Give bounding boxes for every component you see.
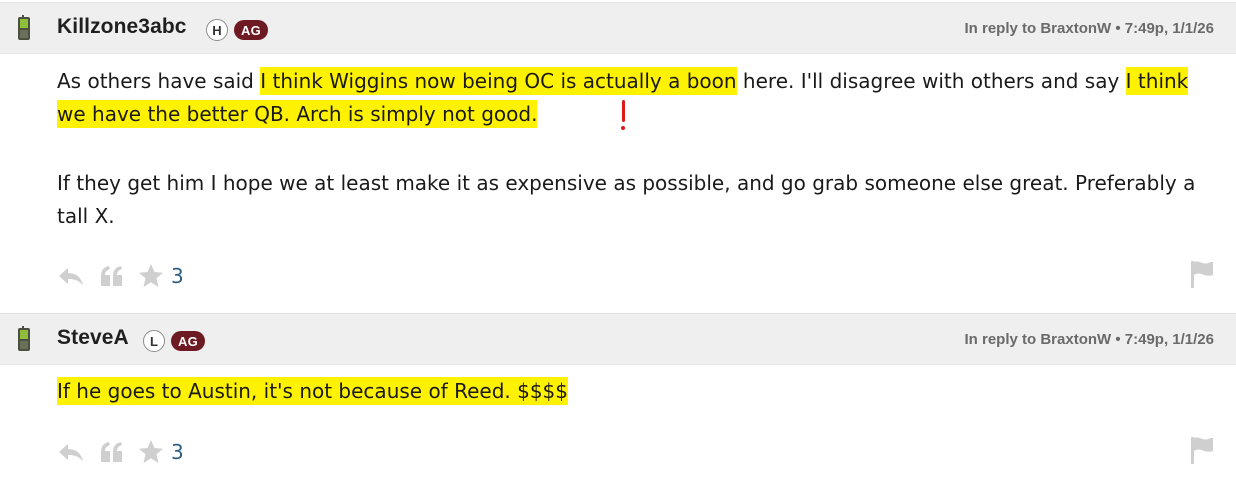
paragraph: As others have said I think Wiggins now … <box>57 65 1217 131</box>
reply-meta[interactable]: In reply to BraxtonW • 7:49p, 1/1/26 <box>965 20 1215 37</box>
reply-icon <box>59 268 83 285</box>
star-count[interactable]: 3 <box>171 264 184 288</box>
reply-button[interactable] <box>57 261 85 291</box>
post-1: Killzone3abc H AG In reply to BraxtonW •… <box>0 0 1236 312</box>
device-icon <box>18 15 30 40</box>
paragraph: If he goes to Austin, it's not because o… <box>57 375 1217 408</box>
reply-meta[interactable]: In reply to BraxtonW • 7:49p, 1/1/26 <box>965 331 1215 348</box>
post-header: Killzone3abc H AG In reply to BraxtonW •… <box>0 2 1236 54</box>
body-text: As others have said <box>57 69 261 93</box>
username[interactable]: SteveA <box>57 326 129 350</box>
username[interactable]: Killzone3abc <box>57 15 187 39</box>
user-badge-letter: H <box>206 19 228 41</box>
reply-button[interactable] <box>57 437 85 467</box>
user-badge-group: AG <box>234 20 268 40</box>
device-icon <box>18 326 30 351</box>
flag-icon[interactable] <box>1190 260 1214 288</box>
quote-button[interactable] <box>97 261 127 291</box>
paragraph: If they get him I hope we at least make … <box>57 171 1196 228</box>
flag-icon[interactable] <box>1190 436 1214 464</box>
star-icon <box>139 264 163 287</box>
star-count[interactable]: 3 <box>171 440 184 464</box>
star-button[interactable] <box>137 261 165 291</box>
star-button[interactable] <box>137 437 165 467</box>
action-bar: 3 <box>57 261 184 291</box>
post-body: As others have said I think Wiggins now … <box>57 65 1217 233</box>
quote-icon <box>101 442 122 462</box>
post-body: If he goes to Austin, it's not because o… <box>57 375 1217 408</box>
annotation-dot <box>621 126 625 130</box>
quote-button[interactable] <box>97 437 127 467</box>
user-badge-group: AG <box>171 331 205 351</box>
quote-icon <box>101 266 122 286</box>
highlighted-text: If he goes to Austin, it's not because o… <box>57 377 568 405</box>
highlighted-text: I think Wiggins now being OC is actually… <box>260 67 737 95</box>
action-bar: 3 <box>57 437 184 467</box>
star-icon <box>139 440 163 463</box>
post-header: SteveA L AG In reply to BraxtonW • 7:49p… <box>0 313 1236 365</box>
user-badge-letter: L <box>143 330 165 352</box>
annotation-mark <box>622 100 625 122</box>
post-2: SteveA L AG In reply to BraxtonW • 7:49p… <box>0 312 1236 488</box>
reply-icon <box>59 444 83 461</box>
body-text: here. I'll disagree with others and say <box>736 69 1126 93</box>
